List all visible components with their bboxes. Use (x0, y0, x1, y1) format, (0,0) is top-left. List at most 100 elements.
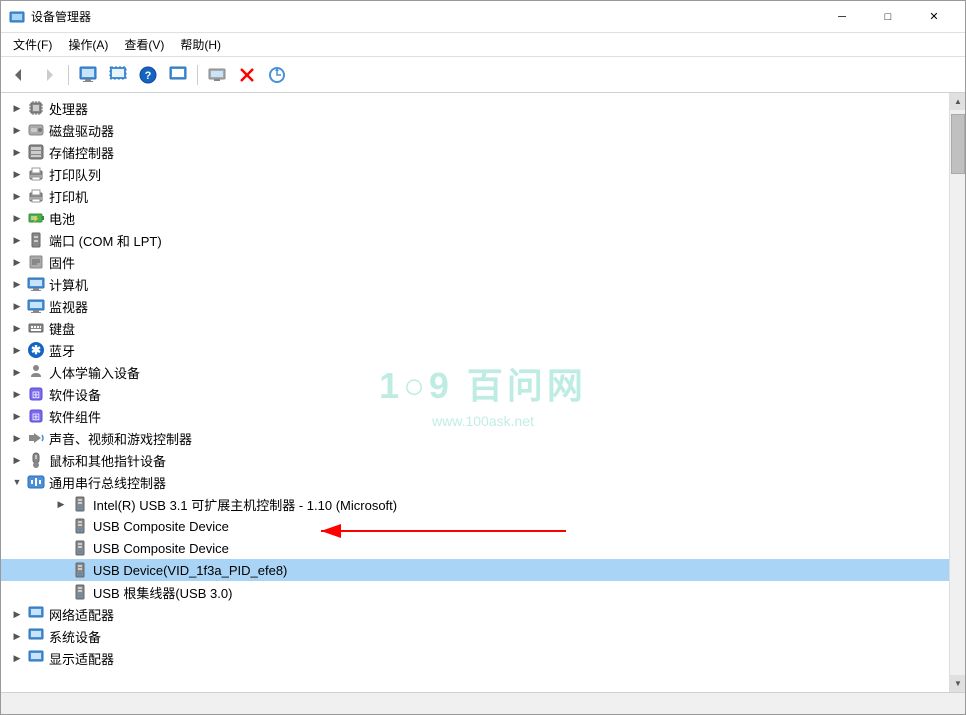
sound-label: 声音、视频和游戏控制器 (49, 429, 192, 448)
menu-file[interactable]: 文件(F) (5, 34, 60, 55)
usb-intel-label: Intel(R) USB 3.1 可扩展主机控制器 - 1.10 (Micros… (93, 495, 397, 514)
expand-disk[interactable]: ▶ (9, 122, 25, 138)
processor-label: 处理器 (49, 99, 88, 118)
maximize-button[interactable]: □ (865, 1, 911, 33)
expand-usb-comp1[interactable] (53, 518, 69, 534)
tree-item-usb-comp2[interactable]: USB Composite Device (1, 537, 949, 559)
expand-usb-comp2[interactable] (53, 540, 69, 556)
expand-storage[interactable]: ▶ (9, 144, 25, 160)
minimize-button[interactable]: ─ (819, 1, 865, 33)
tree-item-network[interactable]: ▶ 网络适配器 (1, 603, 949, 625)
usb-label: 通用串行总线控制器 (49, 473, 166, 492)
network-label: 网络适配器 (49, 605, 114, 624)
tree-item-printqueue[interactable]: ▶ 打印队列 (1, 163, 949, 185)
monitor-label: 监视器 (49, 297, 88, 316)
expand-processor[interactable]: ▶ (9, 100, 25, 116)
tree-item-hid[interactable]: ▶ 人体学输入设备 (1, 361, 949, 383)
usb-parent-icon (27, 473, 45, 491)
tree-item-firmware[interactable]: ▶ 固件 (1, 251, 949, 273)
device-manager-window: 设备管理器 ─ □ ✕ 文件(F) 操作(A) 查看(V) 帮助(H) (0, 0, 966, 715)
expand-mouse[interactable]: ▶ (9, 452, 25, 468)
devmgr-btn-2[interactable] (104, 61, 132, 89)
expand-softcomp[interactable]: ▶ (9, 408, 25, 424)
computer-btn[interactable] (203, 61, 231, 89)
scroll-thumb[interactable] (951, 114, 965, 174)
expand-firmware[interactable]: ▶ (9, 254, 25, 270)
disk-label: 磁盘驱动器 (49, 121, 114, 140)
computer-icon (27, 275, 45, 293)
tree-item-storage[interactable]: ▶ 存储控制器 (1, 141, 949, 163)
printqueue-label: 打印队列 (49, 165, 101, 184)
forward-button[interactable] (35, 61, 63, 89)
expand-battery[interactable]: ▶ (9, 210, 25, 226)
expand-sysdev[interactable]: ▶ (9, 628, 25, 644)
expand-software[interactable]: ▶ (9, 386, 25, 402)
port-label: 端口 (COM 和 LPT) (49, 231, 162, 250)
devmgr-btn-1[interactable] (74, 61, 102, 89)
tree-item-mouse[interactable]: ▶ 鼠标和其他指针设备 (1, 449, 949, 471)
menu-action[interactable]: 操作(A) (60, 34, 116, 55)
tree-item-sysdev[interactable]: ▶ 系统设备 (1, 625, 949, 647)
display-label: 显示适配器 (49, 649, 114, 668)
tree-item-usb[interactable]: ▼ 通用串行总线控制器 (1, 471, 949, 493)
expand-printqueue[interactable]: ▶ (9, 166, 25, 182)
vertical-scrollbar[interactable]: ▲ ▼ (949, 93, 965, 692)
storage-icon (27, 143, 45, 161)
tree-item-printer[interactable]: ▶ 打印机 (1, 185, 949, 207)
main-content: ▶ 处理器 ▶ 磁盘驱动器 ▶ 存储控制器 (1, 93, 965, 692)
update-btn[interactable] (263, 61, 291, 89)
tree-item-sound[interactable]: ▶ 声音、视频和游戏控制器 (1, 427, 949, 449)
menu-help[interactable]: 帮助(H) (172, 34, 229, 55)
help-btn[interactable]: ? (134, 61, 162, 89)
expand-keyboard[interactable]: ▶ (9, 320, 25, 336)
expand-printer[interactable]: ▶ (9, 188, 25, 204)
menu-view[interactable]: 查看(V) (116, 34, 172, 55)
usb-intel-icon (71, 495, 89, 513)
usb-comp2-icon (71, 539, 89, 557)
hid-label: 人体学输入设备 (49, 363, 140, 382)
port-icon (27, 231, 45, 249)
usb-device-icon (71, 561, 89, 579)
expand-display[interactable]: ▶ (9, 650, 25, 666)
tree-item-battery[interactable]: ▶ ⚡ 电池 (1, 207, 949, 229)
expand-network[interactable]: ▶ (9, 606, 25, 622)
expand-hid[interactable]: ▶ (9, 364, 25, 380)
expand-usb[interactable]: ▼ (9, 474, 25, 490)
expand-computer[interactable]: ▶ (9, 276, 25, 292)
tree-item-usb-device[interactable]: USB Device(VID_1f3a_PID_efe8) (1, 559, 949, 581)
tree-item-usb-hub[interactable]: USB 根集线器(USB 3.0) (1, 581, 949, 603)
expand-usb-hub[interactable] (53, 584, 69, 600)
tree-item-monitor[interactable]: ▶ 监视器 (1, 295, 949, 317)
device-tree[interactable]: ▶ 处理器 ▶ 磁盘驱动器 ▶ 存储控制器 (1, 93, 949, 692)
expand-bluetooth[interactable]: ▶ (9, 342, 25, 358)
tree-item-usb-intel[interactable]: ▶ Intel(R) USB 3.1 可扩展主机控制器 - 1.10 (Micr… (1, 493, 949, 515)
expand-port[interactable]: ▶ (9, 232, 25, 248)
scroll-down[interactable]: ▼ (950, 675, 965, 692)
tree-item-software[interactable]: ▶ ⊞ 软件设备 (1, 383, 949, 405)
tree-item-computer[interactable]: ▶ 计算机 (1, 273, 949, 295)
tree-item-softcomp[interactable]: ▶ ⊞ 软件组件 (1, 405, 949, 427)
expand-usb-device[interactable] (53, 562, 69, 578)
close-button[interactable]: ✕ (911, 1, 957, 33)
tree-item-keyboard[interactable]: ▶ 键盘 (1, 317, 949, 339)
back-button[interactable] (5, 61, 33, 89)
tree-item-usb-comp1[interactable]: USB Composite Device (1, 515, 949, 537)
expand-monitor[interactable]: ▶ (9, 298, 25, 314)
tree-item-port[interactable]: ▶ 端口 (COM 和 LPT) (1, 229, 949, 251)
delete-btn[interactable] (233, 61, 261, 89)
mouse-label: 鼠标和其他指针设备 (49, 451, 166, 470)
window-icon (9, 9, 25, 25)
firmware-label: 固件 (49, 253, 75, 272)
expand-sound[interactable]: ▶ (9, 430, 25, 446)
toolbar-sep-2 (197, 65, 198, 85)
expand-usb-intel[interactable]: ▶ (53, 496, 69, 512)
scroll-track (950, 110, 965, 675)
bluetooth-label: 蓝牙 (49, 341, 75, 360)
scroll-up[interactable]: ▲ (950, 93, 965, 110)
tree-item-processor[interactable]: ▶ 处理器 (1, 97, 949, 119)
view-btn[interactable] (164, 61, 192, 89)
tree-item-display[interactable]: ▶ 显示适配器 (1, 647, 949, 669)
tree-item-bluetooth[interactable]: ▶ ✱ 蓝牙 (1, 339, 949, 361)
display-icon (27, 649, 45, 667)
tree-item-disk[interactable]: ▶ 磁盘驱动器 (1, 119, 949, 141)
